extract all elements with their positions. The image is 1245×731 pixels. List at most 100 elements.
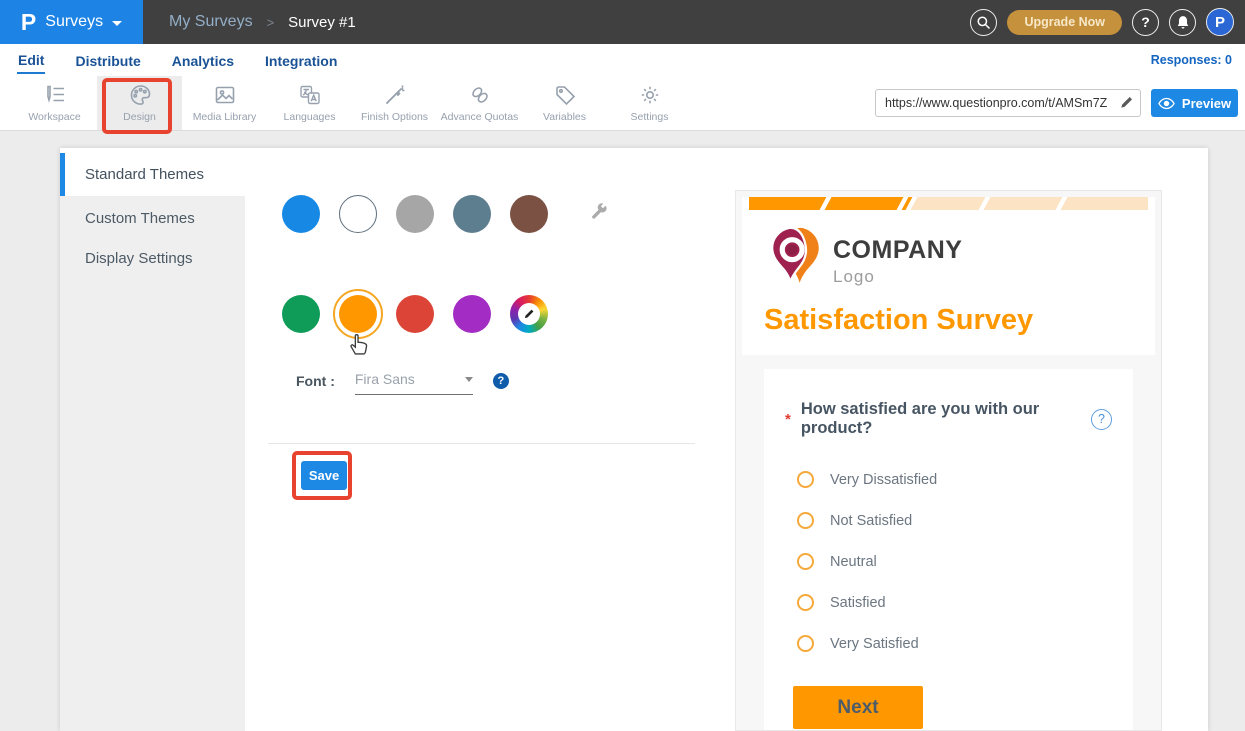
swatch-gray[interactable] — [396, 195, 434, 233]
swatch-green[interactable] — [282, 295, 320, 333]
company-logo-text: COMPANY Logo — [833, 237, 962, 288]
tab-analytics[interactable]: Analytics — [171, 47, 235, 73]
option-satisfied[interactable]: Satisfied — [797, 582, 1112, 623]
survey-url-input[interactable] — [875, 89, 1141, 117]
sidebar-item-custom-themes[interactable]: Custom Themes — [60, 198, 245, 238]
theme-editor: Font : Fira Sans ? Save — [282, 195, 762, 333]
toolbar-item-workspace[interactable]: Workspace — [12, 76, 97, 130]
sidebar-item-standard-themes[interactable]: Standard Themes — [60, 153, 245, 196]
toolbar-item-variables[interactable]: Variables — [522, 76, 607, 130]
breadcrumb-my-surveys[interactable]: My Surveys — [169, 13, 253, 31]
toolbar-item-settings[interactable]: Settings — [607, 76, 692, 130]
radio-icon[interactable] — [797, 471, 814, 488]
eye-icon — [1158, 97, 1175, 110]
toolbar-item-label: Finish Options — [361, 111, 428, 123]
accent-stripe — [749, 197, 1148, 210]
help-icon: ? — [498, 375, 505, 387]
finish-options-icon — [383, 83, 407, 107]
preview-label: Preview — [1182, 96, 1231, 111]
font-dropdown[interactable]: Fira Sans — [355, 371, 473, 395]
media-library-icon — [213, 83, 237, 107]
notifications-button[interactable] — [1169, 9, 1196, 36]
design-workarea: Standard Themes Custom Themes Display Se… — [0, 131, 1245, 731]
radio-icon[interactable] — [797, 594, 814, 611]
tab-distribute[interactable]: Distribute — [74, 47, 141, 73]
radio-icon[interactable] — [797, 512, 814, 529]
tab-integration[interactable]: Integration — [264, 47, 338, 73]
pencil-icon — [1119, 95, 1134, 110]
help-icon: ? — [1141, 14, 1150, 30]
questionpro-logo-icon: P — [21, 11, 36, 34]
question-row: * How satisfied are you with our product… — [785, 400, 1112, 438]
next-button[interactable]: Next — [793, 686, 923, 729]
font-setting-row: Font : Fira Sans ? — [296, 371, 509, 395]
header-actions: Upgrade Now ? P — [970, 8, 1245, 36]
answer-options: Very Dissatisfied Not Satisfied Neutral — [785, 459, 1112, 664]
wrench-icon — [588, 201, 609, 222]
option-neutral[interactable]: Neutral — [797, 541, 1112, 582]
required-marker: * — [785, 411, 791, 428]
toolbar-item-advance-quotas[interactable]: Advance Quotas — [437, 76, 522, 130]
toolbar-item-languages[interactable]: Languages — [267, 76, 352, 130]
upgrade-now-button[interactable]: Upgrade Now — [1007, 10, 1122, 35]
option-very-dissatisfied[interactable]: Very Dissatisfied — [797, 459, 1112, 500]
custom-color-picker[interactable] — [510, 295, 548, 333]
toolbar-item-design[interactable]: Design — [97, 76, 182, 130]
toolbar-item-label: Advance Quotas — [441, 111, 519, 123]
search-button[interactable] — [970, 9, 997, 36]
design-sidebar: Standard Themes Custom Themes Display Se… — [60, 153, 245, 731]
tab-edit[interactable]: Edit — [17, 46, 45, 74]
sidebar-item-group: Custom Themes Display Settings — [60, 196, 245, 731]
toolbar-item-label: Languages — [284, 111, 336, 123]
font-label: Font : — [296, 371, 335, 389]
account-avatar[interactable]: P — [1206, 8, 1234, 36]
variables-icon — [553, 83, 577, 107]
option-not-satisfied[interactable]: Not Satisfied — [797, 500, 1112, 541]
radio-icon[interactable] — [797, 635, 814, 652]
product-switcher[interactable]: P Surveys — [0, 0, 143, 44]
bell-icon — [1176, 15, 1190, 30]
swatch-red[interactable] — [396, 295, 434, 333]
toolbar-item-finish-options[interactable]: Finish Options — [352, 76, 437, 130]
customize-theme-button[interactable] — [588, 201, 609, 227]
swatch-blue[interactable] — [282, 195, 320, 233]
option-label: Very Dissatisfied — [830, 472, 937, 488]
stripe-segment — [911, 197, 986, 210]
company-logo-subtitle: Logo — [833, 267, 962, 287]
swatch-slate[interactable] — [453, 195, 491, 233]
question-card: * How satisfied are you with our product… — [764, 369, 1133, 731]
swatch-orange-selected[interactable] — [339, 295, 377, 333]
radio-icon[interactable] — [797, 553, 814, 570]
breadcrumb: My Surveys > Survey #1 — [169, 13, 356, 31]
swatch-row-2 — [282, 295, 762, 333]
toolbar-item-media-library[interactable]: Media Library — [182, 76, 267, 130]
sidebar-item-display-settings[interactable]: Display Settings — [60, 238, 245, 278]
product-name: Surveys — [45, 13, 103, 31]
swatch-brown[interactable] — [510, 195, 548, 233]
avatar-logo-letter: P — [1215, 14, 1225, 31]
help-icon: ? — [1098, 412, 1105, 426]
responses-count[interactable]: Responses: 0 — [1151, 53, 1245, 67]
survey-nav-tabs: Edit Distribute Analytics Integration Re… — [0, 44, 1245, 76]
stripe-segment — [1061, 197, 1148, 210]
option-very-satisfied[interactable]: Very Satisfied — [797, 623, 1112, 664]
font-dropdown-value: Fira Sans — [355, 371, 415, 387]
company-logo-pin-icon — [769, 226, 821, 298]
stripe-segment — [749, 197, 826, 210]
question-help-button[interactable]: ? — [1091, 409, 1112, 430]
chevron-down-icon — [112, 21, 122, 26]
questionpro-app: P Surveys My Surveys > Survey #1 Upgrade… — [0, 0, 1245, 731]
swatch-purple[interactable] — [453, 295, 491, 333]
swatch-row-1 — [282, 195, 762, 233]
swatch-white[interactable] — [339, 195, 377, 233]
save-button[interactable]: Save — [301, 461, 347, 490]
chevron-down-icon — [465, 377, 473, 382]
font-help-button[interactable]: ? — [493, 373, 509, 389]
edit-url-button[interactable] — [1119, 95, 1134, 115]
toolbar-item-label: Settings — [631, 111, 669, 123]
design-icon — [128, 83, 152, 107]
advance-quotas-icon — [468, 83, 492, 107]
preview-button[interactable]: Preview — [1151, 89, 1238, 117]
workspace-icon — [43, 83, 67, 107]
help-button[interactable]: ? — [1132, 9, 1159, 36]
